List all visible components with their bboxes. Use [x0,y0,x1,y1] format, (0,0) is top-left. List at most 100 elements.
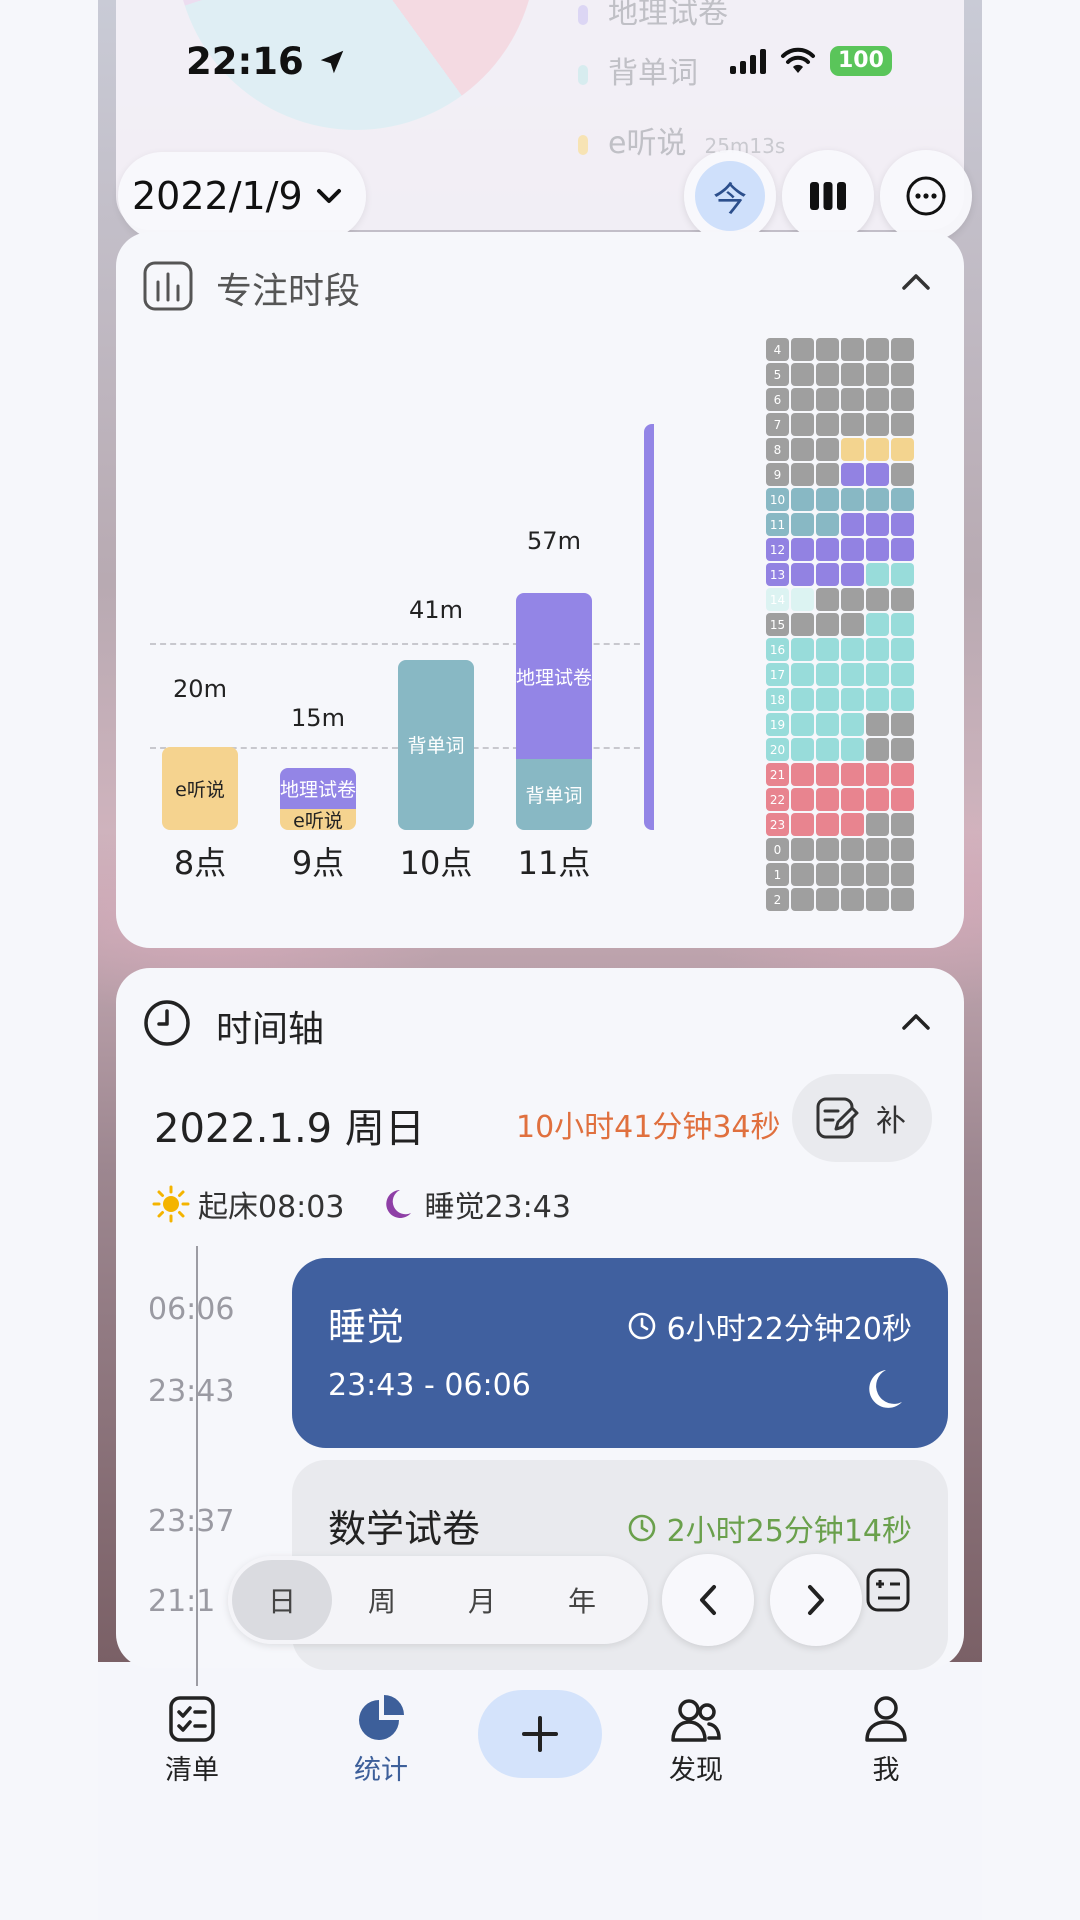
heatmap-cell [891,588,914,611]
heatmap-row: 21 [766,763,916,786]
heatmap-cell [866,613,889,636]
heatmap-row: 5 [766,363,916,386]
bar-total-label: 57m [527,527,581,556]
status-icons: 100 [730,44,892,78]
bar[interactable]: 背单词 [398,659,474,830]
heatmap-hour-label: 1 [766,863,789,886]
heatmap-cell [841,863,864,886]
heatmap-hour-label: 23 [766,813,789,836]
heatmap-cell [891,488,914,511]
heatmap-cell [816,388,839,411]
tab-discover[interactable]: 发现 [636,1690,756,1787]
heatmap-row: 13 [766,563,916,586]
heatmap-cell [841,788,864,811]
heatmap-cell [791,388,814,411]
heatmap-cell [866,788,889,811]
tab-me[interactable]: 我 [826,1690,946,1787]
more-button[interactable] [880,150,972,242]
heatmap-cell [841,813,864,836]
previous-button[interactable] [662,1554,754,1646]
heatmap-cell [866,863,889,886]
tab-stats[interactable]: 统计 [321,1690,441,1787]
heatmap-row: 1 [766,863,916,886]
heatmap-cell [791,413,814,436]
bar-segment: 地理试卷 [516,593,592,760]
heatmap-hour-label: 18 [766,688,789,711]
bar-partial [644,424,654,830]
bar-total-label: 20m [173,675,227,703]
heatmap-cell [791,363,814,386]
heatmap-cell [866,513,889,536]
heatmap-cell [791,538,814,561]
heatmap-cell [841,613,864,636]
heatmap-cell [841,438,864,461]
heatmap-cell [841,538,864,561]
today-button[interactable]: 今 [684,150,776,242]
heatmap-cell [866,713,889,736]
heatmap-row: 15 [766,613,916,636]
heatmap-hour-label: 11 [766,513,789,536]
heatmap-cell [841,563,864,586]
period-year[interactable]: 年 [532,1560,632,1640]
heatmap-cell [816,638,839,661]
heatmap-hour-label: 0 [766,838,789,861]
bar-segment: 背单词 [398,659,474,830]
bar[interactable]: e听说 地理试卷 [280,767,356,830]
heatmap-row: 6 [766,388,916,411]
timeline-time: 23:43 [148,1374,235,1409]
collapse-chevron-icon[interactable] [900,1010,932,1034]
period-month[interactable]: 月 [432,1560,532,1640]
heatmap-cell [841,363,864,386]
heatmap-cell [841,713,864,736]
add-list-icon[interactable] [864,1566,912,1614]
heatmap-cell [816,338,839,361]
heatmap-row: 10 [766,488,916,511]
today-label: 今 [695,161,765,231]
heatmap-hour-label: 9 [766,463,789,486]
x-axis-label: 10点 [399,844,473,882]
entry-title: 数学试卷 [328,1507,481,1551]
heatmap-cell [816,513,839,536]
timeline-time: 23:37 [148,1504,235,1539]
add-record-button[interactable]: 补 [792,1074,932,1162]
heatmap-cell [891,688,914,711]
pie-chart-icon [359,1695,404,1740]
tab-list[interactable]: 清单 [132,1690,252,1787]
period-day[interactable]: 日 [232,1560,332,1640]
date-selector[interactable]: 2022/1/9 [118,152,366,240]
hourly-heatmap: 4 5 6 7 8 9 10 11 12 13 14 15 16 17 18 19 20 21 22 23 0 1 2 [766,338,916,913]
moon-icon [386,1190,412,1218]
heatmap-cell [841,738,864,761]
more-icon [906,176,946,216]
heatmap-cell [841,638,864,661]
timeline-time: 06:06 [148,1292,235,1327]
columns-icon [810,182,846,210]
period-week[interactable]: 周 [332,1560,432,1640]
bar[interactable]: e听说 [162,747,238,830]
bar[interactable]: 背单词 地理试卷 [516,593,592,830]
heatmap-cell [866,363,889,386]
x-axis-label: 9点 [291,844,345,882]
heatmap-cell [816,713,839,736]
heatmap-cell [891,813,914,836]
plus-icon [522,1716,558,1752]
heatmap-hour-label: 22 [766,788,789,811]
sleep-entry[interactable]: 睡觉 6小时22分钟20秒 23:43 - 06:06 [292,1258,948,1448]
heatmap-row: 9 [766,463,916,486]
total-duration: 10小时41分钟34秒 [516,1110,781,1145]
users-icon [671,1699,721,1742]
heatmap-row: 18 [766,688,916,711]
heatmap-cell [841,588,864,611]
heatmap-cell [791,763,814,786]
heatmap-cell [816,488,839,511]
wifi-icon [781,47,815,73]
next-button[interactable] [770,1554,862,1646]
view-mode-button[interactable] [782,150,874,242]
heatmap-cell [791,713,814,736]
heatmap-hour-label: 21 [766,763,789,786]
clock-icon [144,1000,190,1046]
heatmap-cell [816,463,839,486]
x-axis-label: 11点 [517,844,591,882]
add-button[interactable] [478,1690,602,1778]
heatmap-row: 11 [766,513,916,536]
